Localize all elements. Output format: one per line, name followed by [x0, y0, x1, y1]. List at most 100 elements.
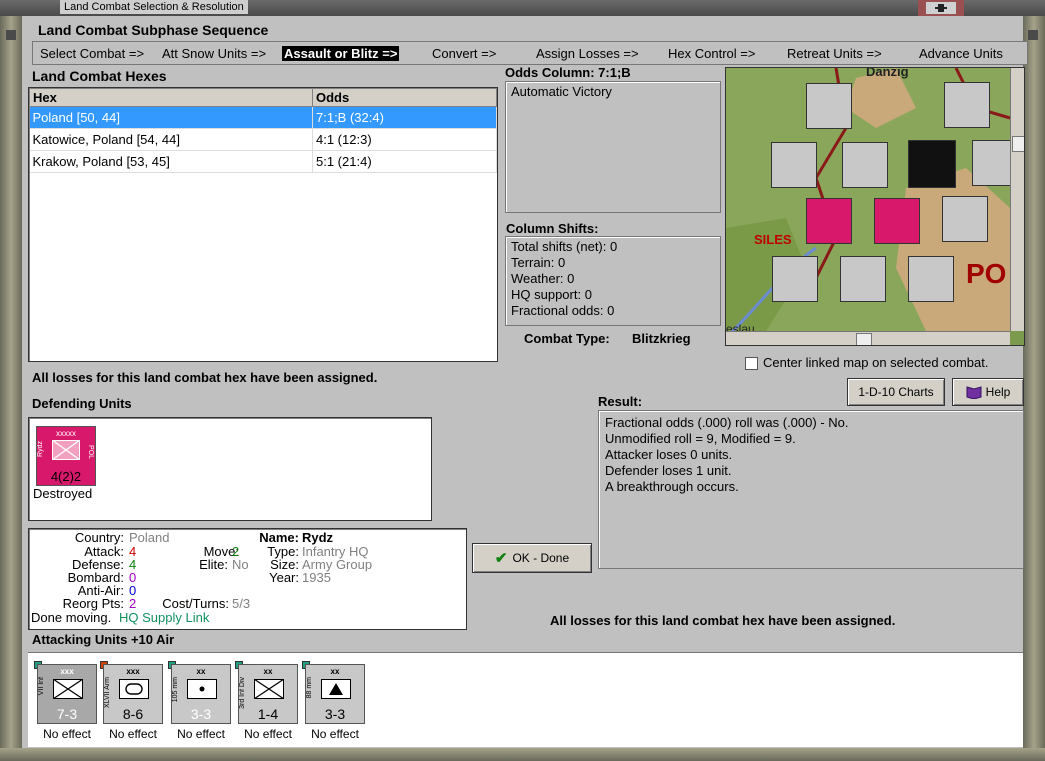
map-horizontal-scrollbar[interactable]	[726, 331, 1010, 345]
defending-unit-status: Destroyed	[33, 486, 93, 501]
frame-right	[1023, 16, 1045, 761]
unit-counter[interactable]: xxx VII Inf 7-3	[37, 664, 97, 724]
odds-box: Automatic Victory	[505, 81, 721, 213]
hex-cell[interactable]: Poland [50, 44]	[29, 106, 313, 129]
result-line: Fractional odds (.000) roll was (.000) -…	[605, 415, 849, 430]
table-header: Hex Odds	[29, 88, 497, 107]
map-unit[interactable]	[908, 256, 954, 302]
year-label: Year:	[269, 570, 299, 585]
scroll-thumb[interactable]	[1012, 136, 1024, 152]
unit-size: xxx	[60, 667, 74, 676]
country-label: Country:	[74, 530, 124, 545]
unit-value: 3-3	[324, 706, 346, 722]
hexes-table: Hex Odds Poland [50, 44] 7:1;B (32:4) Ka…	[29, 88, 497, 173]
step-convert[interactable]: Convert =>	[432, 46, 496, 61]
losses-message: All losses for this land combat hex have…	[32, 370, 378, 385]
table-row[interactable]: Krakow, Poland [53, 45] 5:1 (21:4)	[29, 150, 497, 173]
scroll-thumb[interactable]	[856, 333, 872, 345]
shift-line: Fractional odds: 0	[511, 303, 615, 318]
odds-cell[interactable]: 7:1;B (32:4)	[312, 106, 497, 129]
map-label: Danzig	[866, 67, 909, 79]
unit-value: 1-4	[257, 706, 279, 722]
step-advance-units[interactable]: Advance Units	[919, 46, 1003, 61]
shift-line: Weather: 0	[511, 271, 575, 286]
subphase-title: Land Combat Subphase Sequence	[38, 22, 269, 38]
attacking-unit[interactable]: xx 105 mm 3-3 No effect	[168, 661, 231, 741]
shift-line: HQ support: 0	[511, 287, 592, 302]
map-unit[interactable]	[942, 196, 988, 242]
hq-infantry-icon	[52, 440, 80, 460]
attacking-unit[interactable]: xx 88 mm 3-3 No effect	[302, 661, 365, 741]
attacking-title: Attacking Units +10 Air	[32, 632, 175, 647]
attacking-unit[interactable]: xxx XLVII Arm 8-6 No effect	[100, 661, 163, 741]
attacking-unit[interactable]: xxx VII Inf 7-3 No effect	[34, 661, 97, 741]
charts-button[interactable]: 1-D-10 Charts	[847, 378, 945, 406]
step-retreat-units[interactable]: Retreat Units =>	[787, 46, 882, 61]
step-assault-or-blitz[interactable]: Assault or Blitz =>	[282, 46, 400, 61]
frame-left	[0, 16, 22, 761]
defending-unit-counter[interactable]: xxxxx Rydz POL 4(2)2	[36, 426, 96, 486]
result-line: A breakthrough occurs.	[605, 479, 739, 494]
help-button[interactable]: Help	[952, 378, 1024, 406]
unit-status: No effect	[244, 727, 292, 741]
unit-side-label: XLVII Arm	[104, 677, 111, 708]
unit-counter[interactable]: xx 3rd Inf Div 1-4	[238, 664, 298, 724]
map-unit[interactable]	[840, 256, 886, 302]
step-assign-losses[interactable]: Assign Losses =>	[536, 46, 639, 61]
table-row[interactable]: Katowice, Poland [54, 44] 4:1 (12:3)	[29, 128, 497, 151]
hexes-list: Hex Odds Poland [50, 44] 7:1;B (32:4) Ka…	[28, 87, 498, 362]
map-view[interactable]: Danzig SILES PO eslau	[725, 67, 1025, 346]
unit-details: Country: Poland Attack: 4 Defense: 4 Bom…	[28, 528, 467, 630]
reorg-value: 2	[129, 596, 137, 611]
center-map-label: Center linked map on selected combat.	[763, 355, 989, 370]
unit-side-label: 3rd Inf Div	[239, 677, 246, 709]
unit-counter[interactable]: xx 88 mm 3-3	[305, 664, 365, 724]
reorg-label: Reorg Pts:	[62, 596, 124, 611]
unit-counter[interactable]: xxx XLVII Arm 8-6	[103, 664, 163, 724]
cost-value: 5/3	[232, 596, 251, 611]
attacking-box: xxx VII Inf 7-3 No effect xxx XLVII Arm …	[28, 652, 1023, 747]
defending-box: xxxxx Rydz POL 4(2)2 Destroyed	[28, 417, 432, 521]
country-value: Poland	[129, 530, 170, 545]
step-att-snow-units[interactable]: Att Snow Units =>	[162, 46, 266, 61]
map-air-unit[interactable]	[944, 82, 990, 128]
step-select-combat[interactable]: Select Combat =>	[40, 46, 144, 61]
unit-status: No effect	[43, 727, 91, 741]
map-vertical-scrollbar[interactable]	[1010, 68, 1024, 331]
unit-value: 4(2)2	[50, 469, 82, 484]
unit-size: xx	[330, 667, 340, 676]
odds-cell[interactable]: 4:1 (12:3)	[312, 128, 497, 151]
map-label: PO	[966, 258, 1007, 289]
hexes-title: Land Combat Hexes	[32, 68, 167, 84]
odds-title: Odds Column: 7:1;B	[505, 65, 631, 80]
anti-aircraft-icon	[321, 679, 351, 699]
attacking-unit[interactable]: xx 3rd Inf Div 1-4 No effect	[235, 661, 298, 741]
map-polish-unit[interactable]	[908, 140, 956, 188]
shifts-box: Total shifts (net): 0 Terrain: 0 Weather…	[505, 236, 721, 326]
center-map-checkbox[interactable]	[745, 357, 758, 370]
book-icon	[966, 386, 982, 399]
map-air-unit[interactable]	[842, 142, 888, 188]
unit-status: No effect	[311, 727, 359, 741]
frame-rivet-icon	[6, 30, 16, 40]
map-label: SILES	[754, 232, 792, 247]
map-air-unit[interactable]	[806, 83, 852, 129]
map-polish-unit[interactable]	[806, 198, 852, 244]
unit-counter[interactable]: xx 105 mm 3-3	[171, 664, 231, 724]
frame-rivet-icon	[1028, 30, 1038, 40]
table-row[interactable]: Poland [50, 44] 7:1;B (32:4)	[29, 106, 497, 129]
shift-line: Total shifts (net): 0	[511, 239, 618, 254]
step-hex-control[interactable]: Hex Control =>	[668, 46, 755, 61]
hex-cell[interactable]: Katowice, Poland [54, 44]	[29, 128, 313, 151]
map-unit[interactable]	[772, 256, 818, 302]
odds-cell[interactable]: 5:1 (21:4)	[312, 150, 497, 173]
ok-done-button[interactable]: ✔ OK - Done	[472, 543, 592, 573]
hex-cell[interactable]: Krakow, Poland [53, 45]	[29, 150, 313, 173]
map-air-unit[interactable]	[771, 142, 817, 188]
map-polish-unit-selected[interactable]	[874, 198, 920, 244]
column-header-hex[interactable]: Hex	[29, 88, 313, 107]
name-value: Rydz	[302, 530, 334, 545]
unit-nation: POL	[87, 445, 94, 460]
unit-value: 7-3	[56, 706, 78, 722]
column-header-odds[interactable]: Odds	[312, 88, 497, 107]
